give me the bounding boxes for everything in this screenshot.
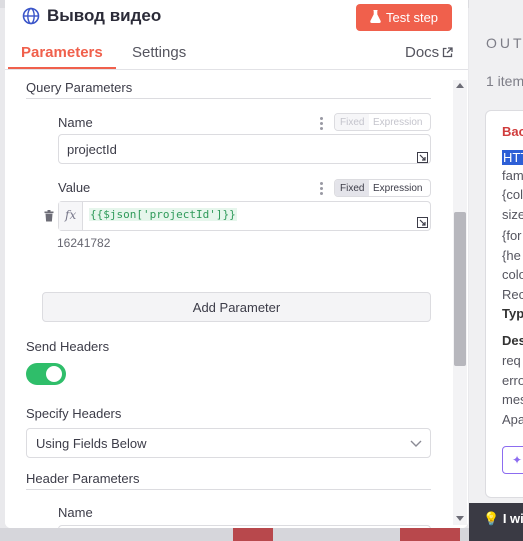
scrollbar-thumb[interactable] [454,212,466,366]
output-line: colo [502,267,523,282]
output-line: Des [502,333,523,348]
output-line: Rec [502,287,523,302]
output-line: size [502,207,523,222]
mode-expression-label: Expression [373,183,423,194]
chevron-down-icon [410,440,422,447]
output-line: req [502,353,521,368]
header-parameters-label: Header Parameters [26,471,140,486]
flask-icon [370,10,381,23]
query-value-expression: {{$json['projectId']}} [89,208,237,221]
external-link-icon[interactable] [442,47,453,58]
canvas-node-fragment [233,528,273,541]
test-step-button[interactable]: Test step [356,4,452,31]
section-divider [26,489,431,490]
output-line: fam [502,168,523,183]
output-line: {he [502,248,521,263]
panel-header: Вывод видео Test step Parameters Setting… [5,0,468,70]
header-name-label: Name [58,505,93,520]
node-parameters-panel: Вывод видео Test step Parameters Setting… [5,0,468,528]
canvas-node-fragment [400,528,460,541]
add-parameter-button[interactable]: Add Parameter [42,292,431,322]
trash-icon[interactable] [44,210,54,222]
fixed-expression-toggle[interactable]: Fixed Expression [334,113,431,131]
toggle-knob [46,366,62,382]
node-title[interactable]: Вывод видео [47,6,161,26]
header-name-input[interactable] [58,525,431,528]
globe-icon [22,7,40,25]
send-headers-toggle[interactable] [26,363,66,385]
output-line: Bac [502,124,523,139]
output-footer-tip: 💡 I wis [483,511,523,527]
options-menu-icon[interactable] [320,117,323,132]
output-line: erro [502,373,523,388]
output-title: OUTPUT [486,35,523,51]
query-value-label: Value [58,180,91,195]
tab-parameters[interactable]: Parameters [21,44,103,61]
fx-icon: fx [65,208,77,222]
query-value-expression-input[interactable]: fx {{$json['projectId']}} [58,201,431,231]
output-line: {for [502,228,522,243]
output-line: HTT [502,150,523,165]
output-line: Typ [502,306,523,321]
send-headers-label: Send Headers [26,339,110,354]
expand-editor-icon[interactable] [417,217,428,228]
specify-headers-select[interactable]: Using Fields Below [26,428,431,458]
expand-editor-icon[interactable] [417,152,428,163]
expression-result-preview: 16241782 [57,236,111,250]
options-menu-icon[interactable] [320,182,323,197]
section-divider [26,98,431,99]
expression-fx-badge: fx [59,202,83,230]
parameters-content: Query Parameters Name Fixed Expression p… [5,70,468,528]
query-name-input[interactable]: projectId [58,134,431,164]
output-footer-text: I wis [502,511,523,526]
mode-fixed-label: Fixed [340,183,365,194]
add-parameter-label: Add Parameter [192,300,281,315]
specify-headers-label: Specify Headers [26,406,122,421]
output-line: mes [502,392,523,407]
test-step-label: Test step [386,10,439,25]
output-line: {col [502,187,523,202]
tab-settings[interactable]: Settings [132,44,186,61]
query-name-label: Name [58,115,93,130]
mode-fixed-label: Fixed [340,117,365,128]
output-panel: OUTPUT 1 item Bac HTT fam {col size {for… [469,0,523,541]
query-parameters-label: Query Parameters [26,80,133,95]
specify-headers-value: Using Fields Below [36,436,147,451]
docs-link[interactable]: Docs [405,44,439,61]
scroll-up-arrow-icon[interactable] [456,82,464,88]
fixed-expression-toggle[interactable]: Fixed Expression [334,179,431,197]
query-name-value: projectId [67,142,117,157]
output-line: Apa [502,412,523,427]
scroll-down-arrow-icon[interactable] [456,516,464,522]
output-item-count: 1 item [486,73,523,89]
sparkle-icon: ✦ [512,453,523,467]
lightbulb-icon: 💡 [483,511,500,526]
mode-expression-label: Expression [373,117,423,128]
output-action-button[interactable]: ✦ [502,446,523,474]
